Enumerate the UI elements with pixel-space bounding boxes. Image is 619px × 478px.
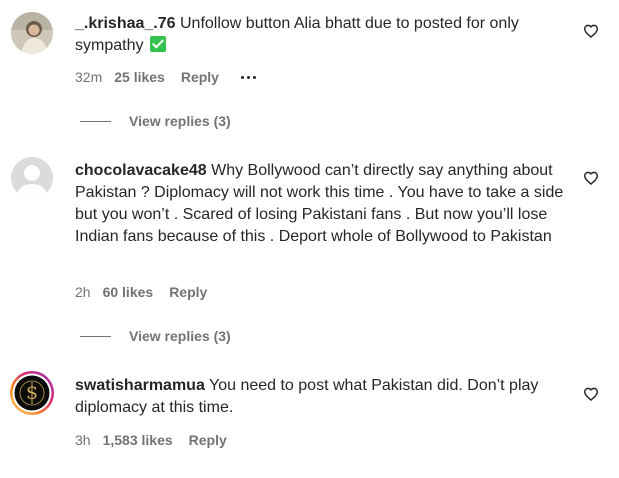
comment-username[interactable]: chocolavacake48	[75, 162, 207, 179]
default-avatar-icon	[11, 157, 53, 199]
comment-meta: 3h 1,583 likes Reply	[75, 431, 227, 449]
view-replies-line	[80, 335, 111, 337]
reply-button[interactable]: Reply	[189, 431, 227, 449]
comment-time[interactable]: 2h	[75, 283, 91, 301]
comment-likes[interactable]: 25 likes	[114, 68, 165, 86]
reply-button[interactable]: Reply	[181, 68, 219, 86]
view-replies-label: View replies (3)	[129, 328, 231, 344]
heart-outline-icon[interactable]	[583, 23, 599, 39]
story-ring-avatar-icon: S	[10, 371, 54, 415]
comment-username[interactable]: _.krishaa_.76	[75, 15, 176, 32]
comment-time[interactable]: 3h	[75, 431, 91, 449]
view-replies-line	[80, 120, 111, 122]
heart-outline-icon[interactable]	[583, 170, 599, 186]
view-replies-button[interactable]: View replies (3)	[80, 112, 231, 130]
view-replies-label: View replies (3)	[129, 113, 231, 129]
avatar[interactable]	[11, 12, 53, 54]
comment-text: swatisharmamua You need to post what Pak…	[75, 375, 570, 419]
view-replies-button[interactable]: View replies (3)	[80, 327, 231, 345]
avatar-photo-icon	[11, 12, 53, 54]
comment-time[interactable]: 32m	[75, 68, 102, 86]
comment-text: chocolavacake48 Why Bollywood can’t dire…	[75, 160, 570, 248]
comment-likes[interactable]: 60 likes	[103, 283, 154, 301]
avatar[interactable]	[11, 157, 53, 199]
more-options-icon[interactable]	[240, 75, 256, 79]
comment-text: _.krishaa_.76 Unfollow button Alia bhatt…	[75, 13, 570, 57]
avatar[interactable]: S	[9, 370, 55, 416]
reply-button[interactable]: Reply	[169, 283, 207, 301]
heart-outline-icon[interactable]	[583, 386, 599, 402]
comment-username[interactable]: swatisharmamua	[75, 377, 205, 394]
comment-meta: 32m 25 likes Reply	[75, 68, 256, 86]
comment-meta: 2h 60 likes Reply	[75, 283, 207, 301]
check-mark-emoji-icon	[149, 36, 166, 52]
comment-likes[interactable]: 1,583 likes	[103, 431, 173, 449]
